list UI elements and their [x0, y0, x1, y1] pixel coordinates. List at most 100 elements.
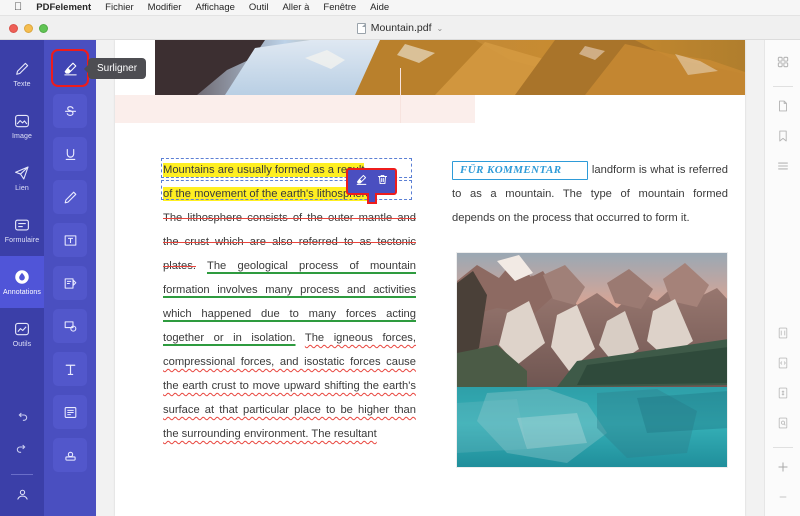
- stamp-fur-kommentar[interactable]: FÜR KOMMENTAR: [452, 160, 589, 180]
- sidebar-item-texte[interactable]: Texte: [0, 48, 44, 100]
- pink-caption-band: [115, 68, 475, 123]
- lake-mountain-photo: [456, 252, 728, 468]
- sidebar-label-formulaire: Formulaire: [4, 237, 40, 244]
- menu-item-aide[interactable]: Aide: [370, 3, 389, 13]
- panel-outline[interactable]: [770, 155, 796, 181]
- sidebar-item-formulaire[interactable]: Formulaire: [0, 204, 44, 256]
- menu-item-fenetre[interactable]: Fenêtre: [323, 3, 356, 13]
- highlighted-line-1: Mountains are usually formed as a result: [163, 163, 365, 177]
- panel-pages[interactable]: [770, 95, 796, 121]
- text-box-tool[interactable]: [53, 223, 87, 257]
- panel-bookmarks[interactable]: [770, 125, 796, 151]
- image-icon: [13, 112, 31, 130]
- shape-tool[interactable]: [53, 309, 87, 343]
- strikethrough-tool[interactable]: [53, 94, 87, 128]
- undo-icon[interactable]: [14, 410, 30, 431]
- text-box-icon: [62, 232, 79, 249]
- sidebar-label-outils: Outils: [12, 341, 32, 348]
- column-divider: [400, 68, 401, 123]
- note-icon: [62, 275, 79, 292]
- apple-logo-icon[interactable]: : [14, 2, 22, 13]
- panel-signature[interactable]: [770, 382, 796, 408]
- sidebar-item-lien[interactable]: Lien: [0, 152, 44, 204]
- sticky-note-tool[interactable]: [53, 266, 87, 300]
- stamp-icon: [62, 447, 79, 464]
- apply-highlight-button[interactable]: [352, 173, 370, 190]
- zoom-in-button[interactable]: [770, 456, 796, 482]
- sidebar-label-lien: Lien: [15, 185, 29, 192]
- tooltip-text: Surligner: [97, 63, 138, 74]
- menu-item-outil[interactable]: Outil: [249, 3, 269, 13]
- typewriter-icon: [62, 361, 79, 378]
- sidebar-label-annotations: Annotations: [2, 289, 42, 296]
- document-properties-icon: [776, 325, 790, 346]
- sidebar-item-image[interactable]: Image: [0, 100, 44, 152]
- underline-tool[interactable]: [53, 137, 87, 171]
- sidebar-item-annotations[interactable]: Annotations: [0, 256, 44, 308]
- account-icon[interactable]: [14, 486, 31, 508]
- sidebar-label-texte: Texte: [13, 81, 31, 88]
- pencil-tool[interactable]: [53, 180, 87, 214]
- app-window:  PDFelement Fichier Modifier Affichage …: [0, 0, 800, 516]
- trash-icon: [376, 173, 389, 191]
- sidebar-label-image: Image: [12, 133, 32, 140]
- highlighted-line-2: of the movement of the earth's lithosphe…: [163, 187, 375, 201]
- document-file-icon: [356, 22, 366, 34]
- pdf-page: Mountains are usually formed as a result…: [115, 40, 745, 516]
- squiggly-underlined-text: The igneous forces, compressional forces…: [163, 332, 417, 440]
- outline-list-icon: [776, 159, 790, 178]
- banner-mountain-photo: [155, 40, 745, 95]
- pencil-icon: [62, 189, 79, 206]
- stamp-tool[interactable]: [53, 438, 87, 472]
- floating-annotation-toolbar[interactable]: [346, 168, 397, 204]
- document-search-icon: [776, 415, 790, 436]
- tooltip-surligner: Surligner: [83, 58, 147, 79]
- macos-menu-bar:  PDFelement Fichier Modifier Affichage …: [0, 0, 800, 16]
- panel-thumbnails[interactable]: [770, 51, 796, 77]
- redo-icon[interactable]: [14, 442, 30, 463]
- thumbnails-grid-icon: [776, 55, 790, 74]
- right-sidebar-divider-bottom: [772, 447, 793, 448]
- document-sign-icon: [776, 385, 790, 406]
- right-text-column: FÜR KOMMENTAR landform is what is referr…: [452, 158, 728, 230]
- sidebar-item-outils[interactable]: Outils: [0, 308, 44, 360]
- highlighter-icon: [62, 60, 79, 77]
- highlight-tool[interactable]: [51, 49, 89, 87]
- menu-item-pdfelement[interactable]: PDFelement: [36, 3, 91, 13]
- right-sidebar: [764, 40, 800, 516]
- menu-item-modifier[interactable]: Modifier: [148, 3, 182, 13]
- form-icon: [13, 216, 31, 234]
- text-callout-tool[interactable]: [53, 395, 87, 429]
- underline-icon: [62, 146, 79, 163]
- panel-properties[interactable]: [770, 322, 796, 348]
- document-title-text: Mountain.pdf: [370, 22, 432, 34]
- plus-icon: [776, 460, 790, 479]
- panel-compare[interactable]: [770, 352, 796, 378]
- text-callout-icon: [62, 404, 79, 421]
- link-send-icon: [13, 164, 31, 182]
- tools-icon: [13, 320, 31, 338]
- bookmark-icon: [776, 128, 790, 149]
- typewriter-tool[interactable]: [53, 352, 87, 386]
- document-compare-icon: [776, 355, 790, 376]
- page-icon: [776, 98, 790, 119]
- left-sidebar: Texte Image Lien Formulaire Annotations …: [0, 40, 44, 516]
- minus-icon: [776, 490, 790, 509]
- sidebar-bottom-actions: [0, 410, 44, 508]
- chevron-down-icon[interactable]: ⌄: [437, 24, 444, 33]
- document-viewport[interactable]: Mountains are usually formed as a result…: [96, 40, 764, 516]
- strikethrough-icon: [62, 103, 79, 120]
- annotation-drop-icon: [13, 268, 31, 286]
- delete-annotation-button[interactable]: [373, 173, 391, 190]
- menu-item-aller-a[interactable]: Aller à: [282, 3, 309, 13]
- panel-search[interactable]: [770, 412, 796, 438]
- document-title: Mountain.pdf ⌄: [0, 16, 800, 40]
- sidebar-divider: [11, 474, 33, 475]
- annotation-tool-column: [44, 40, 96, 516]
- zoom-out-button[interactable]: [770, 486, 796, 512]
- menu-item-affichage[interactable]: Affichage: [195, 3, 234, 13]
- left-text-column: Mountains are usually formed as a result…: [161, 158, 417, 446]
- right-sidebar-divider-top: [772, 86, 793, 87]
- menu-item-fichier[interactable]: Fichier: [105, 3, 134, 13]
- pen-icon: [13, 60, 31, 78]
